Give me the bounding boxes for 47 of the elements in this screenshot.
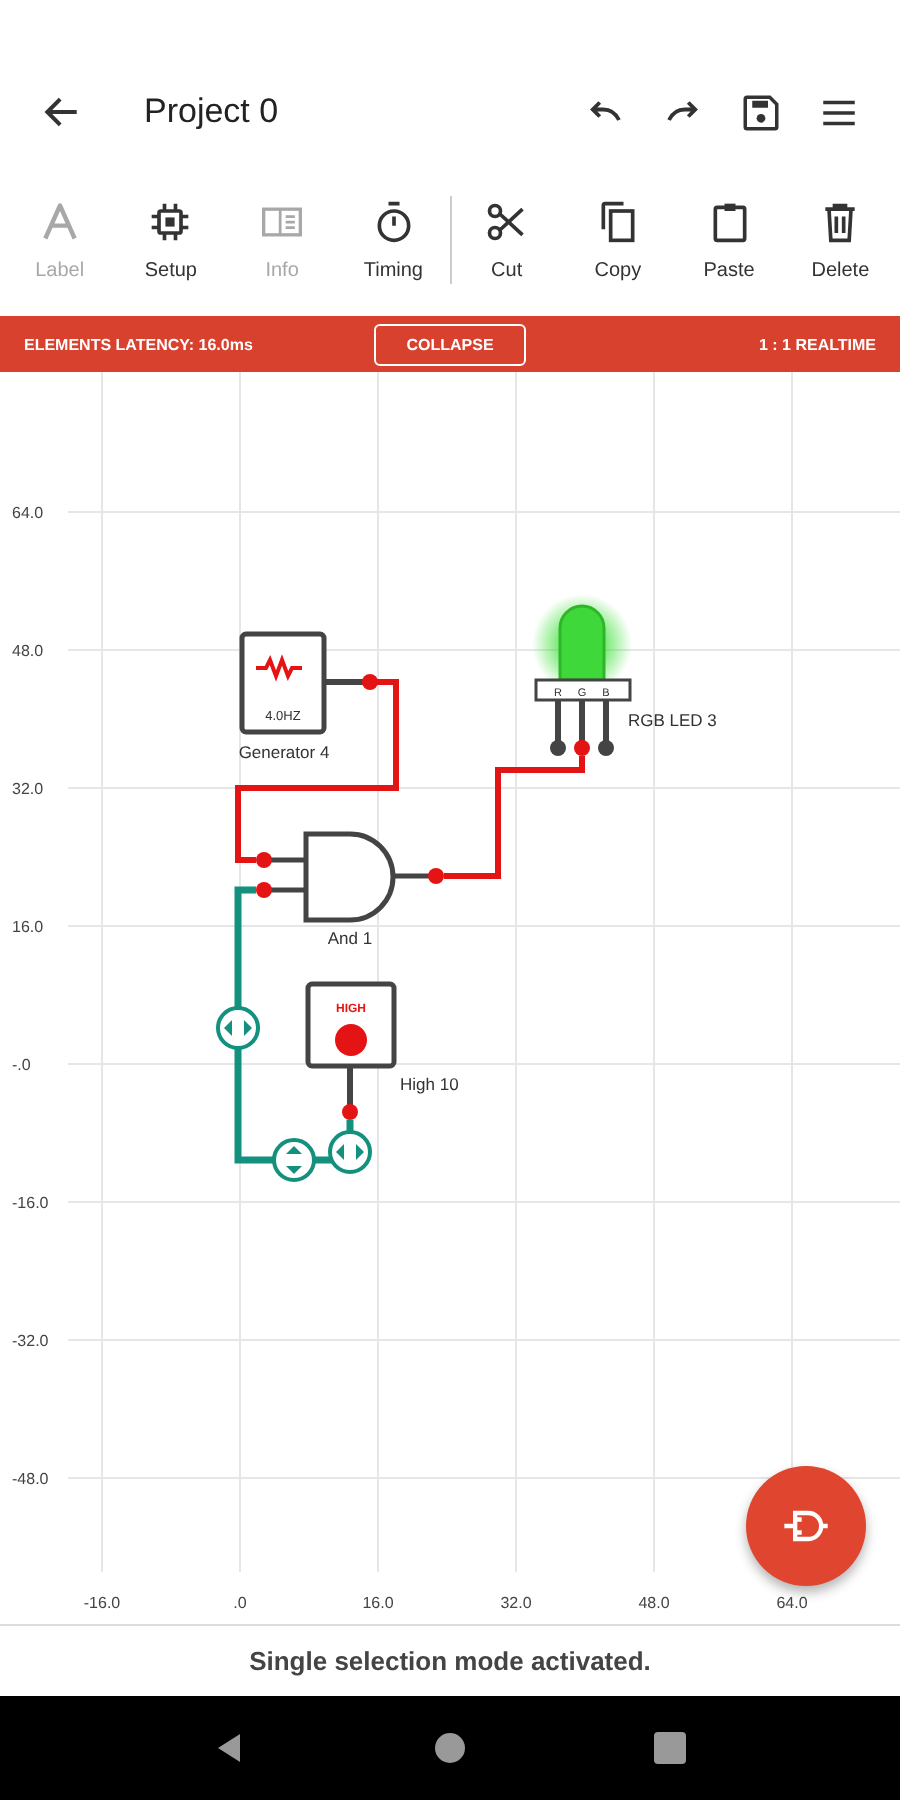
x-axis-label: .0 [233, 1594, 247, 1612]
toolbar-button[interactable]: Paste [673, 191, 785, 289]
toolbar-button[interactable]: Delete [784, 191, 896, 289]
y-axis-label: 64.0 [12, 504, 44, 522]
home-icon[interactable] [434, 1732, 466, 1764]
y-axis-label: 16.0 [12, 918, 44, 936]
status-message: Single selection mode activated. [247, 1644, 653, 1680]
scissors-icon [484, 199, 529, 243]
speed-text: 1 : 1 REALTIME [756, 335, 876, 353]
wire [444, 756, 585, 879]
vertical-handle-icon[interactable] [272, 1138, 316, 1182]
back-icon[interactable] [214, 1732, 246, 1764]
pin-dot [342, 1104, 358, 1120]
add-wire-button[interactable] [746, 1466, 866, 1586]
waveform-icon [256, 654, 302, 682]
toolbar-button[interactable]: Timing [337, 191, 449, 289]
y-axis-label: 48.0 [12, 642, 44, 660]
x-axis-label: 16.0 [362, 1594, 394, 1612]
indicator-dot [335, 1024, 367, 1056]
pin-dot [362, 674, 378, 690]
and-gate[interactable] [256, 831, 444, 923]
x-axis-label: 48.0 [638, 1594, 670, 1612]
collapse-button[interactable]: COLLAPSE [374, 323, 526, 365]
x-axis-label: -16.0 [83, 1594, 121, 1612]
toolbar-button[interactable]: Cut [451, 191, 563, 289]
led[interactable] [532, 594, 632, 756]
y-axis-label: -16.0 [12, 1194, 49, 1212]
toolbar-button[interactable]: Copy [562, 191, 674, 289]
letter-a-icon [37, 199, 82, 243]
latency-text: ELEMENTS LATENCY: 16.0ms [24, 335, 255, 353]
project-title: Project 0 [144, 92, 279, 132]
component-label: And 1 [327, 928, 373, 948]
save-icon[interactable] [740, 91, 782, 133]
y-axis-label: -.0 [12, 1056, 31, 1074]
y-axis-label: -32.0 [12, 1332, 49, 1350]
horizontal-handle-icon[interactable] [216, 1006, 260, 1050]
component-label: Generator 4 [238, 742, 330, 762]
y-axis-label: -48.0 [12, 1470, 49, 1488]
y-axis-label: 32.0 [12, 780, 44, 798]
horizontal-handle-icon[interactable] [328, 1130, 372, 1174]
chip-icon [148, 199, 193, 243]
copy-icon [595, 199, 640, 243]
component-label: High 10 [400, 1074, 459, 1094]
toolbar-button[interactable]: Setup [115, 191, 227, 289]
x-axis-label: 32.0 [500, 1594, 532, 1612]
x-axis-label: 64.0 [776, 1594, 808, 1612]
component-label: RGB LED 3 [628, 710, 717, 730]
